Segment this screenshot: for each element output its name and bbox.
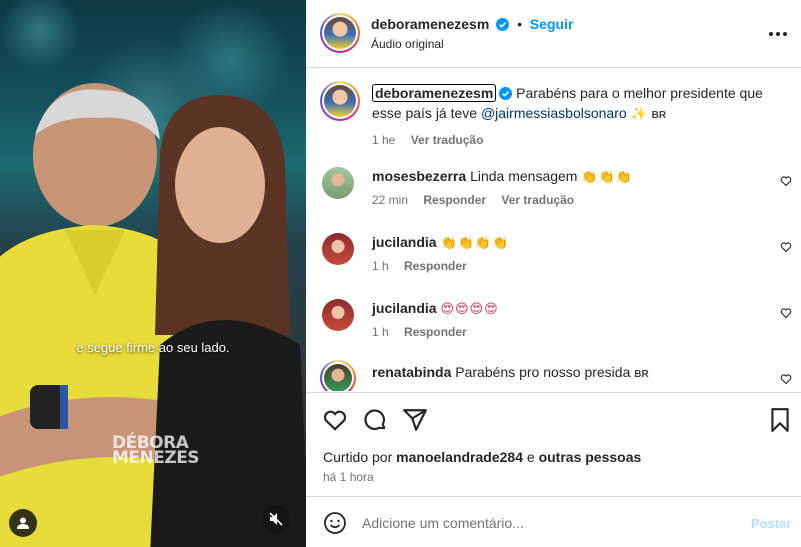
emoji-picker-icon[interactable] [323, 511, 347, 535]
comment-bubble-icon[interactable] [362, 407, 388, 433]
likes-prefix: Curtido por [323, 449, 393, 465]
comment-username[interactable]: jucilandia [372, 300, 437, 316]
commenter-avatar[interactable] [322, 233, 354, 265]
like-comment-heart-icon[interactable] [780, 175, 792, 187]
author-username[interactable]: deboramenezesm [371, 16, 489, 32]
caption-mention-link[interactable]: @jairmessiasbolsonaro [481, 105, 627, 121]
like-comment-heart-icon[interactable] [780, 373, 792, 385]
post-media[interactable]: e segue firme ao seu lado. DÉBORA MENEZE… [0, 0, 306, 547]
sparkles-emoji: ✨ [630, 107, 648, 122]
commenter-avatar[interactable] [322, 167, 354, 199]
comment-meta: 1 h Responder [372, 259, 479, 273]
verified-badge-icon [499, 87, 513, 100]
caption-translate-link[interactable]: Ver tradução [411, 133, 484, 147]
comment-text: mosesbezerra Linda mensagem 👏👏👏 [372, 167, 762, 187]
comment-username[interactable]: renatabinda [372, 364, 451, 380]
clapping-emoji: 👏👏👏👏 [440, 236, 510, 251]
comment-time[interactable]: 1 h [372, 325, 389, 339]
caption-avatar[interactable] [320, 81, 360, 121]
author-avatar[interactable] [320, 13, 360, 53]
comment-username[interactable]: mosesbezerra [372, 168, 466, 184]
translate-link[interactable]: Ver tradução [501, 193, 574, 207]
caption-time[interactable]: 1 he [372, 133, 395, 147]
comment-username[interactable]: jucilandia [372, 234, 437, 250]
brazil-flag: BR [634, 369, 649, 380]
comment-body: Linda mensagem [470, 168, 578, 184]
more-dot-icon [769, 32, 773, 36]
caption-username[interactable]: deboramenezesm [372, 84, 497, 102]
comment-text: jucilandia 😍😍😍😍 [372, 299, 762, 319]
liked-by-user-link[interactable]: manoelandrade284 [396, 449, 523, 465]
follow-button[interactable]: Seguir [530, 16, 574, 32]
brazil-flag: BR [651, 110, 667, 121]
reply-button[interactable]: Responder [423, 193, 486, 207]
reply-button[interactable]: Responder [404, 325, 467, 339]
author-line: deboramenezesm • Seguir [371, 16, 573, 32]
comments-list[interactable]: deboramenezesm Parabéns para o melhor pr… [306, 69, 801, 391]
comment-time[interactable]: 1 h [372, 259, 389, 273]
share-paper-plane-icon[interactable] [402, 407, 428, 433]
post-timestamp[interactable]: há 1 hora [323, 470, 374, 484]
watermark-line-2: MENEZES [112, 448, 200, 468]
more-dot-icon [776, 32, 780, 36]
comment-meta: 1 h Responder [372, 325, 479, 339]
audio-label[interactable]: Áudio original [371, 37, 444, 51]
like-heart-icon[interactable] [322, 407, 348, 433]
like-comment-heart-icon[interactable] [780, 241, 792, 253]
post-comment-button[interactable]: Postar [751, 516, 791, 531]
comment-meta: 22 min Responder Ver tradução [372, 193, 586, 207]
commenter-avatar[interactable] [320, 360, 356, 391]
comment-input[interactable] [362, 510, 732, 536]
comment-time[interactable]: 22 min [372, 193, 408, 207]
tagged-users-button[interactable] [9, 509, 37, 537]
video-subtitle: e segue firme ao seu lado. [76, 340, 230, 355]
separator-dot: • [517, 16, 522, 32]
commenter-avatar[interactable] [322, 299, 354, 331]
save-bookmark-icon[interactable] [767, 407, 793, 433]
clapping-emoji: 👏👏👏 [581, 170, 633, 185]
caption-text: deboramenezesm Parabéns para o melhor pr… [372, 83, 772, 150]
post-details-panel: deboramenezesm • Seguir Áudio original d… [306, 0, 801, 547]
others-link[interactable]: outras pessoas [539, 449, 642, 465]
comment-text: jucilandia 👏👏👏👏 [372, 233, 762, 253]
comment-composer: Postar [306, 496, 801, 547]
reply-button[interactable]: Responder [404, 259, 467, 273]
verified-badge-icon [496, 18, 510, 31]
muted-speaker-icon [269, 512, 283, 526]
caption-meta: 1 he Ver tradução [372, 130, 772, 150]
likes-conjunction: e [526, 449, 535, 465]
more-options-button[interactable] [766, 24, 790, 44]
user-icon [17, 517, 29, 529]
post-header: deboramenezesm • Seguir Áudio original [306, 0, 801, 68]
watermark-logo: DÉBORA MENEZES [112, 435, 200, 468]
comment-body: Parabéns pro nosso presida [455, 364, 631, 380]
comment-text: renatabinda Parabéns pro nosso presida B… [372, 363, 762, 384]
heart-eyes-emoji: 😍😍😍😍 [440, 302, 499, 317]
mute-button[interactable] [262, 505, 290, 533]
more-dot-icon [783, 32, 787, 36]
likes-summary: Curtido por manoelandrade284 e outras pe… [323, 449, 641, 465]
woman-figure [150, 95, 306, 547]
post-actions: Curtido por manoelandrade284 e outras pe… [306, 392, 801, 496]
like-comment-heart-icon[interactable] [780, 307, 792, 319]
